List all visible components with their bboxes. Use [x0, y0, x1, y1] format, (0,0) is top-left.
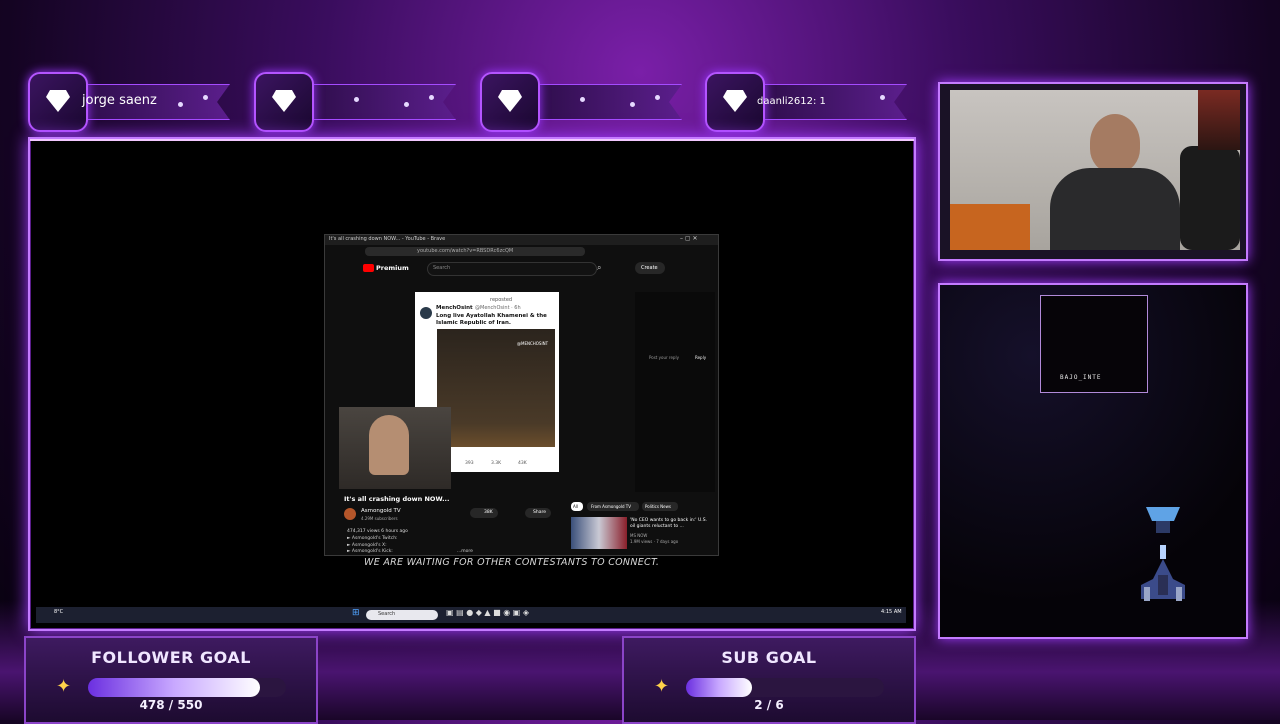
gem-icon	[28, 72, 88, 132]
sub-goal-title: SUB GOAL	[721, 648, 817, 667]
video-title: It's all crashing down NOW...	[344, 495, 450, 503]
tweet-watermark: @MENCHOSINT	[517, 341, 549, 346]
taskbar-search-label: Search	[378, 611, 396, 617]
sub-goal-value: 2 / 6	[754, 698, 784, 712]
alert-slot-1: jorge saenz	[28, 72, 233, 132]
taskbar-search[interactable]	[366, 610, 438, 620]
windows-taskbar: 8°C ⊞ Search ▣ ▤ ● ◆ ▲ ■ ◉ ▣ ◈ 4:15 AM	[36, 607, 906, 623]
spaceship-icon	[1136, 505, 1190, 617]
channel-name[interactable]: Asmongold TV	[361, 508, 401, 514]
gem-icon	[480, 72, 540, 132]
weather-widget[interactable]: 8°C	[54, 609, 63, 615]
sub-goal: SUB GOAL ✦ 2 / 6	[622, 636, 916, 724]
follower-goal-title: FOLLOWER GOAL	[91, 648, 251, 667]
sub-goal-fill	[686, 678, 752, 697]
follower-goal-fill	[88, 678, 261, 697]
rec-meta: 1.9M views · 7 days ago	[630, 539, 679, 544]
chip-all-label: All	[573, 504, 578, 509]
sparkle-icon: ✦	[56, 676, 72, 697]
side-panel: BAJO_INTE	[938, 283, 1248, 639]
tweet-text: Long live Ayatollah Khamenei & the Islam…	[436, 313, 547, 326]
alert-name: jorge saenz	[82, 93, 157, 108]
youtube-premium-label: Premium	[376, 264, 409, 272]
desc-line-1: ► Asmongold's Twitch:	[347, 536, 398, 541]
sub-goal-track	[686, 678, 884, 697]
chat-post-reply[interactable]: Post your reply	[649, 355, 679, 360]
like-count: 38K	[484, 510, 493, 515]
webcam-person	[1090, 114, 1140, 172]
taskbar-clock: 4:15 AM	[881, 609, 902, 615]
avatar	[420, 307, 432, 319]
live-chat-panel	[635, 292, 715, 492]
alert-name: daanli2612: 1	[757, 96, 826, 107]
create-label: Create	[641, 265, 658, 271]
subscriber-count: 4.29M subscribers	[361, 516, 398, 521]
window-controls[interactable]: – ▢ ✕	[680, 235, 698, 242]
desc-line-2: ► Asmongold's X:	[347, 543, 387, 548]
rec-thumbnail[interactable]	[571, 517, 627, 549]
follower-goal: FOLLOWER GOAL ✦ 478 / 550	[24, 636, 318, 724]
youtube-logo[interactable]	[363, 264, 374, 272]
rec-title[interactable]: 'No CEO wants to go back in:' U.S. oil g…	[630, 518, 710, 530]
channel-avatar[interactable]	[344, 508, 356, 520]
tweet-handle: @MenchOsint · 6h	[475, 305, 521, 311]
tweet-repost: reposted	[490, 297, 513, 303]
tweet-author: MenchOsint	[436, 305, 473, 311]
search-icon[interactable]: ⌕	[597, 263, 601, 273]
chip-politics-label: Politics News	[645, 504, 671, 509]
browser-window: It's all crashing down NOW... - YouTube …	[324, 234, 719, 556]
facecam-person	[369, 415, 409, 475]
search-input[interactable]	[427, 262, 597, 276]
tweet-reply-count[interactable]: 393	[465, 461, 474, 466]
share-label: Share	[533, 510, 546, 515]
webcam-chair	[1180, 146, 1240, 250]
alert-slot-3	[480, 72, 685, 132]
gem-icon	[254, 72, 314, 132]
chat-reply-button[interactable]: Reply	[695, 355, 706, 360]
alert-slot-4: daanli2612: 1	[705, 72, 910, 132]
gem-icon	[705, 72, 765, 132]
webcam-desk	[950, 204, 1030, 250]
tweet-view-count[interactable]: 43K	[518, 461, 527, 466]
taskbar-apps-icon[interactable]: ▣ ▤ ● ◆ ▲ ■ ◉ ▣ ◈	[446, 608, 529, 617]
webcam-poster	[1198, 90, 1240, 150]
tweet-video[interactable]	[437, 329, 555, 447]
windows-start-icon[interactable]: ⊞	[352, 608, 360, 618]
webcam-body	[1050, 168, 1180, 250]
url-text: youtube.com/watch?v=RBSDRc6zcQM	[417, 248, 514, 254]
search-placeholder: Search	[433, 265, 451, 271]
chip-from-channel-label: From Asmongold TV	[591, 504, 631, 509]
browser-tab-title[interactable]: It's all crashing down NOW... - YouTube …	[329, 236, 445, 242]
tweet-like-count[interactable]: 3.3K	[491, 461, 501, 466]
desc-line-3: ► Asmongold's Kick:	[347, 549, 393, 554]
alert-slot-2	[254, 72, 459, 132]
follower-goal-track	[88, 678, 286, 697]
rec-channel: MS NOW	[630, 533, 648, 538]
sparkle-icon: ✦	[654, 676, 670, 697]
contestant-name: BAJO_INTE	[1060, 374, 1102, 381]
desc-more[interactable]: ...more	[457, 549, 473, 554]
webcam-frame	[938, 82, 1248, 261]
video-views: 474,317 views 6 hours ago	[347, 529, 408, 534]
follower-goal-value: 478 / 550	[139, 698, 203, 712]
waiting-message: WE ARE WAITING FOR OTHER CONTESTANTS TO …	[364, 557, 660, 568]
